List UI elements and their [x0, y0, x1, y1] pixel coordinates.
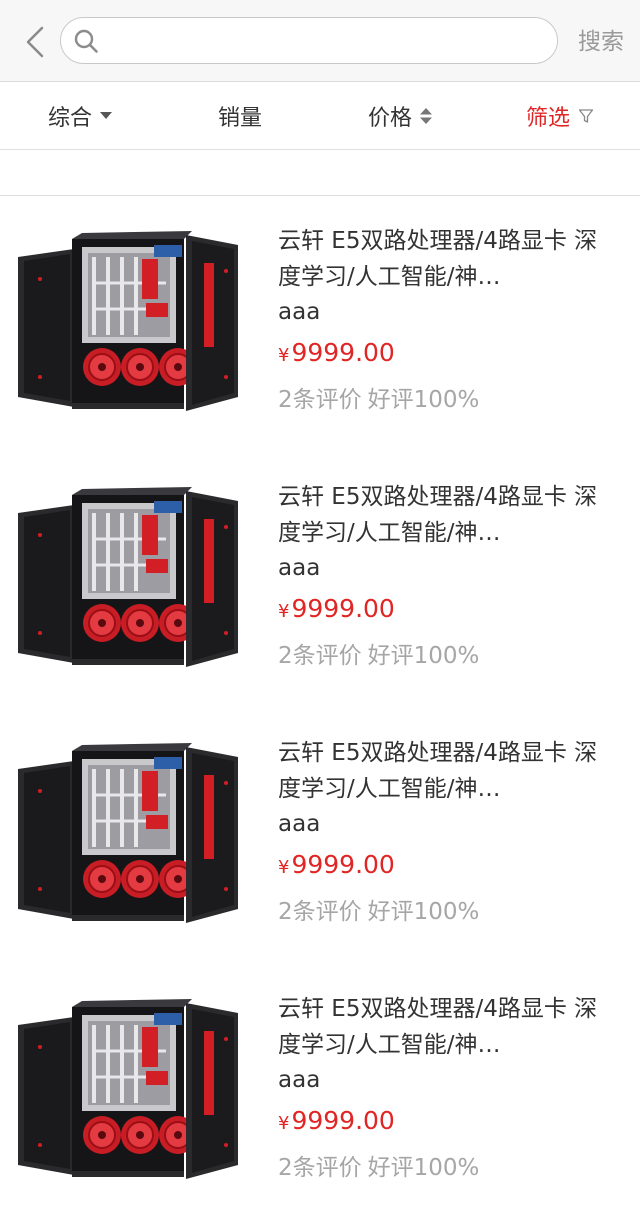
- product-item[interactable]: 云轩 E5双路处理器/4路显卡 深度学习/人工智能/神… aaa ¥9999.0…: [0, 965, 640, 1221]
- filter-comprehensive[interactable]: 综合: [0, 83, 160, 149]
- product-title[interactable]: 云轩 E5双路处理器/4路显卡 深度学习/人工智能/神…: [278, 223, 614, 295]
- product-info: 云轩 E5双路处理器/4路显卡 深度学习/人工智能/神… aaa ¥9999.0…: [278, 991, 614, 1188]
- product-item[interactable]: 云轩 E5双路处理器/4路显卡 深度学习/人工智能/神… aaa ¥9999.0…: [0, 453, 640, 709]
- product-price: ¥9999.00: [278, 589, 614, 632]
- filter-label: 销量: [217, 106, 262, 131]
- filter-screen[interactable]: 筛选: [480, 83, 640, 149]
- product-image[interactable]: [16, 483, 242, 671]
- search-header: 搜索: [0, 0, 640, 82]
- price-value: 9999.00: [291, 850, 395, 879]
- product-title[interactable]: 云轩 E5双路处理器/4路显卡 深度学习/人工智能/神…: [278, 991, 614, 1063]
- filter-label: 价格: [367, 106, 412, 131]
- filter-spacer: [0, 150, 640, 196]
- review-count: 2条评价: [278, 1155, 362, 1181]
- price-value: 9999.00: [291, 1106, 395, 1135]
- price-value: 9999.00: [291, 594, 395, 623]
- filter-bar: 综合 销量 价格 筛选: [0, 83, 640, 150]
- product-item[interactable]: 云轩 E5双路处理器/4路显卡 深度学习/人工智能/神… aaa ¥9999.0…: [0, 709, 640, 965]
- currency-symbol: ¥: [278, 1113, 290, 1134]
- price-value: 9999.00: [291, 338, 395, 367]
- positive-rate: 好评100%: [367, 643, 480, 669]
- search-icon: [74, 29, 98, 53]
- review-count: 2条评价: [278, 643, 362, 669]
- product-info: 云轩 E5双路处理器/4路显卡 深度学习/人工智能/神… aaa ¥9999.0…: [278, 479, 614, 676]
- search-input[interactable]: [107, 24, 537, 58]
- caret-down-icon: [100, 112, 112, 120]
- filter-label: 筛选: [525, 106, 570, 131]
- product-subtitle: aaa: [278, 1067, 321, 1093]
- currency-symbol: ¥: [278, 601, 290, 622]
- back-button[interactable]: [18, 22, 52, 62]
- product-image[interactable]: [16, 227, 242, 415]
- filter-sales[interactable]: 销量: [160, 83, 320, 149]
- search-box[interactable]: [60, 17, 558, 64]
- currency-symbol: ¥: [278, 857, 290, 878]
- product-title[interactable]: 云轩 E5双路处理器/4路显卡 深度学习/人工智能/神…: [278, 479, 614, 551]
- filter-price[interactable]: 价格: [320, 83, 480, 149]
- review-count: 2条评价: [278, 387, 362, 413]
- positive-rate: 好评100%: [367, 899, 480, 925]
- product-image[interactable]: [16, 739, 242, 927]
- product-item[interactable]: 云轩 E5双路处理器/4路显卡 深度学习/人工智能/神… aaa ¥9999.0…: [0, 197, 640, 453]
- chevron-left-icon: [26, 26, 44, 58]
- review-count: 2条评价: [278, 899, 362, 925]
- filter-funnel-icon: [578, 108, 594, 124]
- product-title[interactable]: 云轩 E5双路处理器/4路显卡 深度学习/人工智能/神…: [278, 735, 614, 807]
- product-subtitle: aaa: [278, 555, 321, 581]
- currency-symbol: ¥: [278, 345, 290, 366]
- product-info: 云轩 E5双路处理器/4路显卡 深度学习/人工智能/神… aaa ¥9999.0…: [278, 735, 614, 932]
- product-reviews: 2条评价 好评100%: [278, 1148, 614, 1188]
- positive-rate: 好评100%: [367, 387, 480, 413]
- filter-label: 综合: [47, 106, 92, 131]
- product-subtitle: aaa: [278, 811, 321, 837]
- product-price: ¥9999.00: [278, 333, 614, 376]
- product-reviews: 2条评价 好评100%: [278, 636, 614, 676]
- product-reviews: 2条评价 好评100%: [278, 380, 614, 420]
- search-button[interactable]: 搜索: [572, 25, 630, 59]
- product-price: ¥9999.00: [278, 845, 614, 888]
- product-subtitle: aaa: [278, 299, 321, 325]
- product-list: 云轩 E5双路处理器/4路显卡 深度学习/人工智能/神… aaa ¥9999.0…: [0, 197, 640, 1221]
- sort-updown-icon: [420, 107, 432, 125]
- positive-rate: 好评100%: [367, 1155, 480, 1181]
- product-image[interactable]: [16, 995, 242, 1183]
- product-reviews: 2条评价 好评100%: [278, 892, 614, 932]
- product-info: 云轩 E5双路处理器/4路显卡 深度学习/人工智能/神… aaa ¥9999.0…: [278, 223, 614, 420]
